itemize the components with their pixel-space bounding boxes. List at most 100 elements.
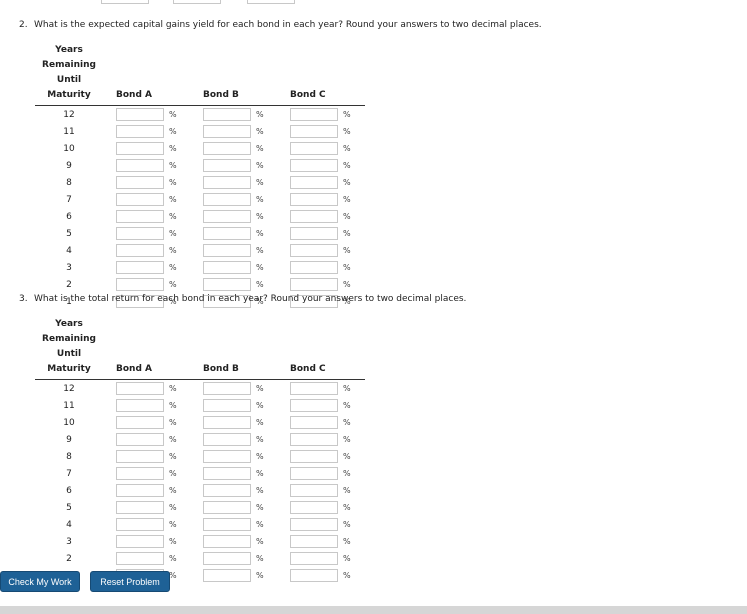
answer-input-bond-c[interactable]: [290, 416, 338, 429]
answer-input-bond-b[interactable]: [203, 261, 251, 274]
answer-input-bond-a[interactable]: [116, 382, 164, 395]
years-remaining-cell: 4: [66, 245, 72, 256]
answer-input-bond-b[interactable]: [203, 518, 251, 531]
input-cell: %: [190, 106, 277, 124]
answer-input-bond-a[interactable]: [116, 450, 164, 463]
answer-input-bond-a[interactable]: [116, 552, 164, 565]
answer-input-bond-b[interactable]: [203, 484, 251, 497]
answer-input-bond-b[interactable]: [203, 433, 251, 446]
answer-input-bond-c[interactable]: [247, 0, 295, 4]
answer-input-bond-a[interactable]: [116, 416, 164, 429]
answer-input-bond-c[interactable]: [290, 501, 338, 514]
percent-label: %: [343, 401, 351, 410]
answer-input-bond-b[interactable]: [203, 399, 251, 412]
answer-input-bond-b[interactable]: [203, 569, 251, 582]
answer-input-bond-b[interactable]: [203, 244, 251, 257]
years-remaining-cell: 6: [66, 485, 72, 496]
years-remaining-header: Years Remaining Until Maturity: [35, 316, 103, 380]
answer-input-bond-c[interactable]: [290, 193, 338, 206]
answer-input-bond-b[interactable]: [203, 416, 251, 429]
percent-label: %: [256, 178, 264, 187]
answer-input-bond-a[interactable]: [116, 176, 164, 189]
percent-label: %: [256, 554, 264, 563]
answer-input-bond-c[interactable]: [290, 278, 338, 291]
answer-input-bond-c[interactable]: [290, 125, 338, 138]
answer-input-bond-c[interactable]: [290, 227, 338, 240]
answer-input-bond-a[interactable]: [116, 159, 164, 172]
answer-input-bond-b[interactable]: [203, 450, 251, 463]
footer-bar: [0, 606, 747, 614]
answer-input-bond-b[interactable]: [173, 0, 221, 4]
input-cell: %: [277, 208, 365, 225]
answer-input-bond-a[interactable]: [116, 142, 164, 155]
answer-input-bond-a[interactable]: [116, 125, 164, 138]
percent-label: %: [343, 486, 351, 495]
percent-label: %: [343, 520, 351, 529]
answer-input-bond-c[interactable]: [290, 450, 338, 463]
table-row: 5%%%: [35, 499, 365, 516]
answer-input-bond-b[interactable]: [203, 552, 251, 565]
answer-input-bond-a[interactable]: [116, 518, 164, 531]
bond-c-header: Bond C: [290, 364, 326, 374]
answer-input-bond-b[interactable]: [203, 176, 251, 189]
years-remaining-cell: 12: [63, 109, 75, 120]
answer-input-bond-c[interactable]: [290, 244, 338, 257]
answer-input-bond-c[interactable]: [290, 159, 338, 172]
answer-input-bond-a[interactable]: [116, 193, 164, 206]
answer-input-bond-c[interactable]: [290, 210, 338, 223]
answer-input-bond-a[interactable]: [116, 535, 164, 548]
answer-input-bond-a[interactable]: [101, 0, 149, 4]
answer-input-bond-c[interactable]: [290, 176, 338, 189]
answer-input-bond-b[interactable]: [203, 535, 251, 548]
answer-input-bond-a[interactable]: [116, 501, 164, 514]
answer-input-bond-b[interactable]: [203, 210, 251, 223]
answer-input-bond-a[interactable]: [116, 210, 164, 223]
answer-input-bond-c[interactable]: [290, 535, 338, 548]
answer-input-bond-a[interactable]: [116, 244, 164, 257]
percent-label: %: [169, 110, 177, 119]
answer-input-bond-a[interactable]: [116, 484, 164, 497]
answer-input-bond-c[interactable]: [290, 552, 338, 565]
input-cell: %: [190, 482, 277, 499]
answer-input-bond-b[interactable]: [203, 159, 251, 172]
answer-input-bond-c[interactable]: [290, 467, 338, 480]
percent-label: %: [256, 212, 264, 221]
header-line: Years: [55, 45, 83, 55]
answer-input-bond-c[interactable]: [290, 142, 338, 155]
input-cell: %: [190, 414, 277, 431]
percent-label: %: [169, 263, 177, 272]
input-cell: %: [190, 276, 277, 293]
answer-input-bond-b[interactable]: [203, 278, 251, 291]
answer-input-bond-c[interactable]: [290, 484, 338, 497]
check-my-work-button[interactable]: Check My Work: [0, 571, 80, 592]
answer-input-bond-b[interactable]: [203, 467, 251, 480]
answer-input-bond-a[interactable]: [116, 261, 164, 274]
answer-input-bond-c[interactable]: [290, 108, 338, 121]
input-cell: %: [277, 259, 365, 276]
answer-input-bond-c[interactable]: [290, 433, 338, 446]
answer-input-bond-b[interactable]: [203, 382, 251, 395]
answer-input-bond-a[interactable]: [116, 227, 164, 240]
reset-problem-button[interactable]: Reset Problem: [90, 571, 170, 592]
answer-input-bond-b[interactable]: [203, 193, 251, 206]
answer-input-bond-a[interactable]: [116, 278, 164, 291]
answer-input-bond-c[interactable]: [290, 382, 338, 395]
answer-input-bond-b[interactable]: [203, 501, 251, 514]
table-row: 6%%%: [35, 482, 365, 499]
answer-input-bond-a[interactable]: [116, 399, 164, 412]
input-cell: %: [277, 225, 365, 242]
answer-input-bond-b[interactable]: [203, 125, 251, 138]
answer-input-bond-c[interactable]: [290, 569, 338, 582]
answer-input-bond-a[interactable]: [116, 433, 164, 446]
answer-input-bond-b[interactable]: [203, 227, 251, 240]
answer-input-bond-a[interactable]: [116, 467, 164, 480]
input-cell: %: [103, 225, 190, 242]
header-line: Remaining: [42, 60, 96, 70]
answer-input-bond-c[interactable]: [290, 518, 338, 531]
answer-input-bond-c[interactable]: [290, 261, 338, 274]
answer-input-bond-c[interactable]: [290, 399, 338, 412]
answer-input-bond-b[interactable]: [203, 108, 251, 121]
answer-input-bond-b[interactable]: [203, 142, 251, 155]
percent-label: %: [343, 571, 351, 580]
answer-input-bond-a[interactable]: [116, 108, 164, 121]
